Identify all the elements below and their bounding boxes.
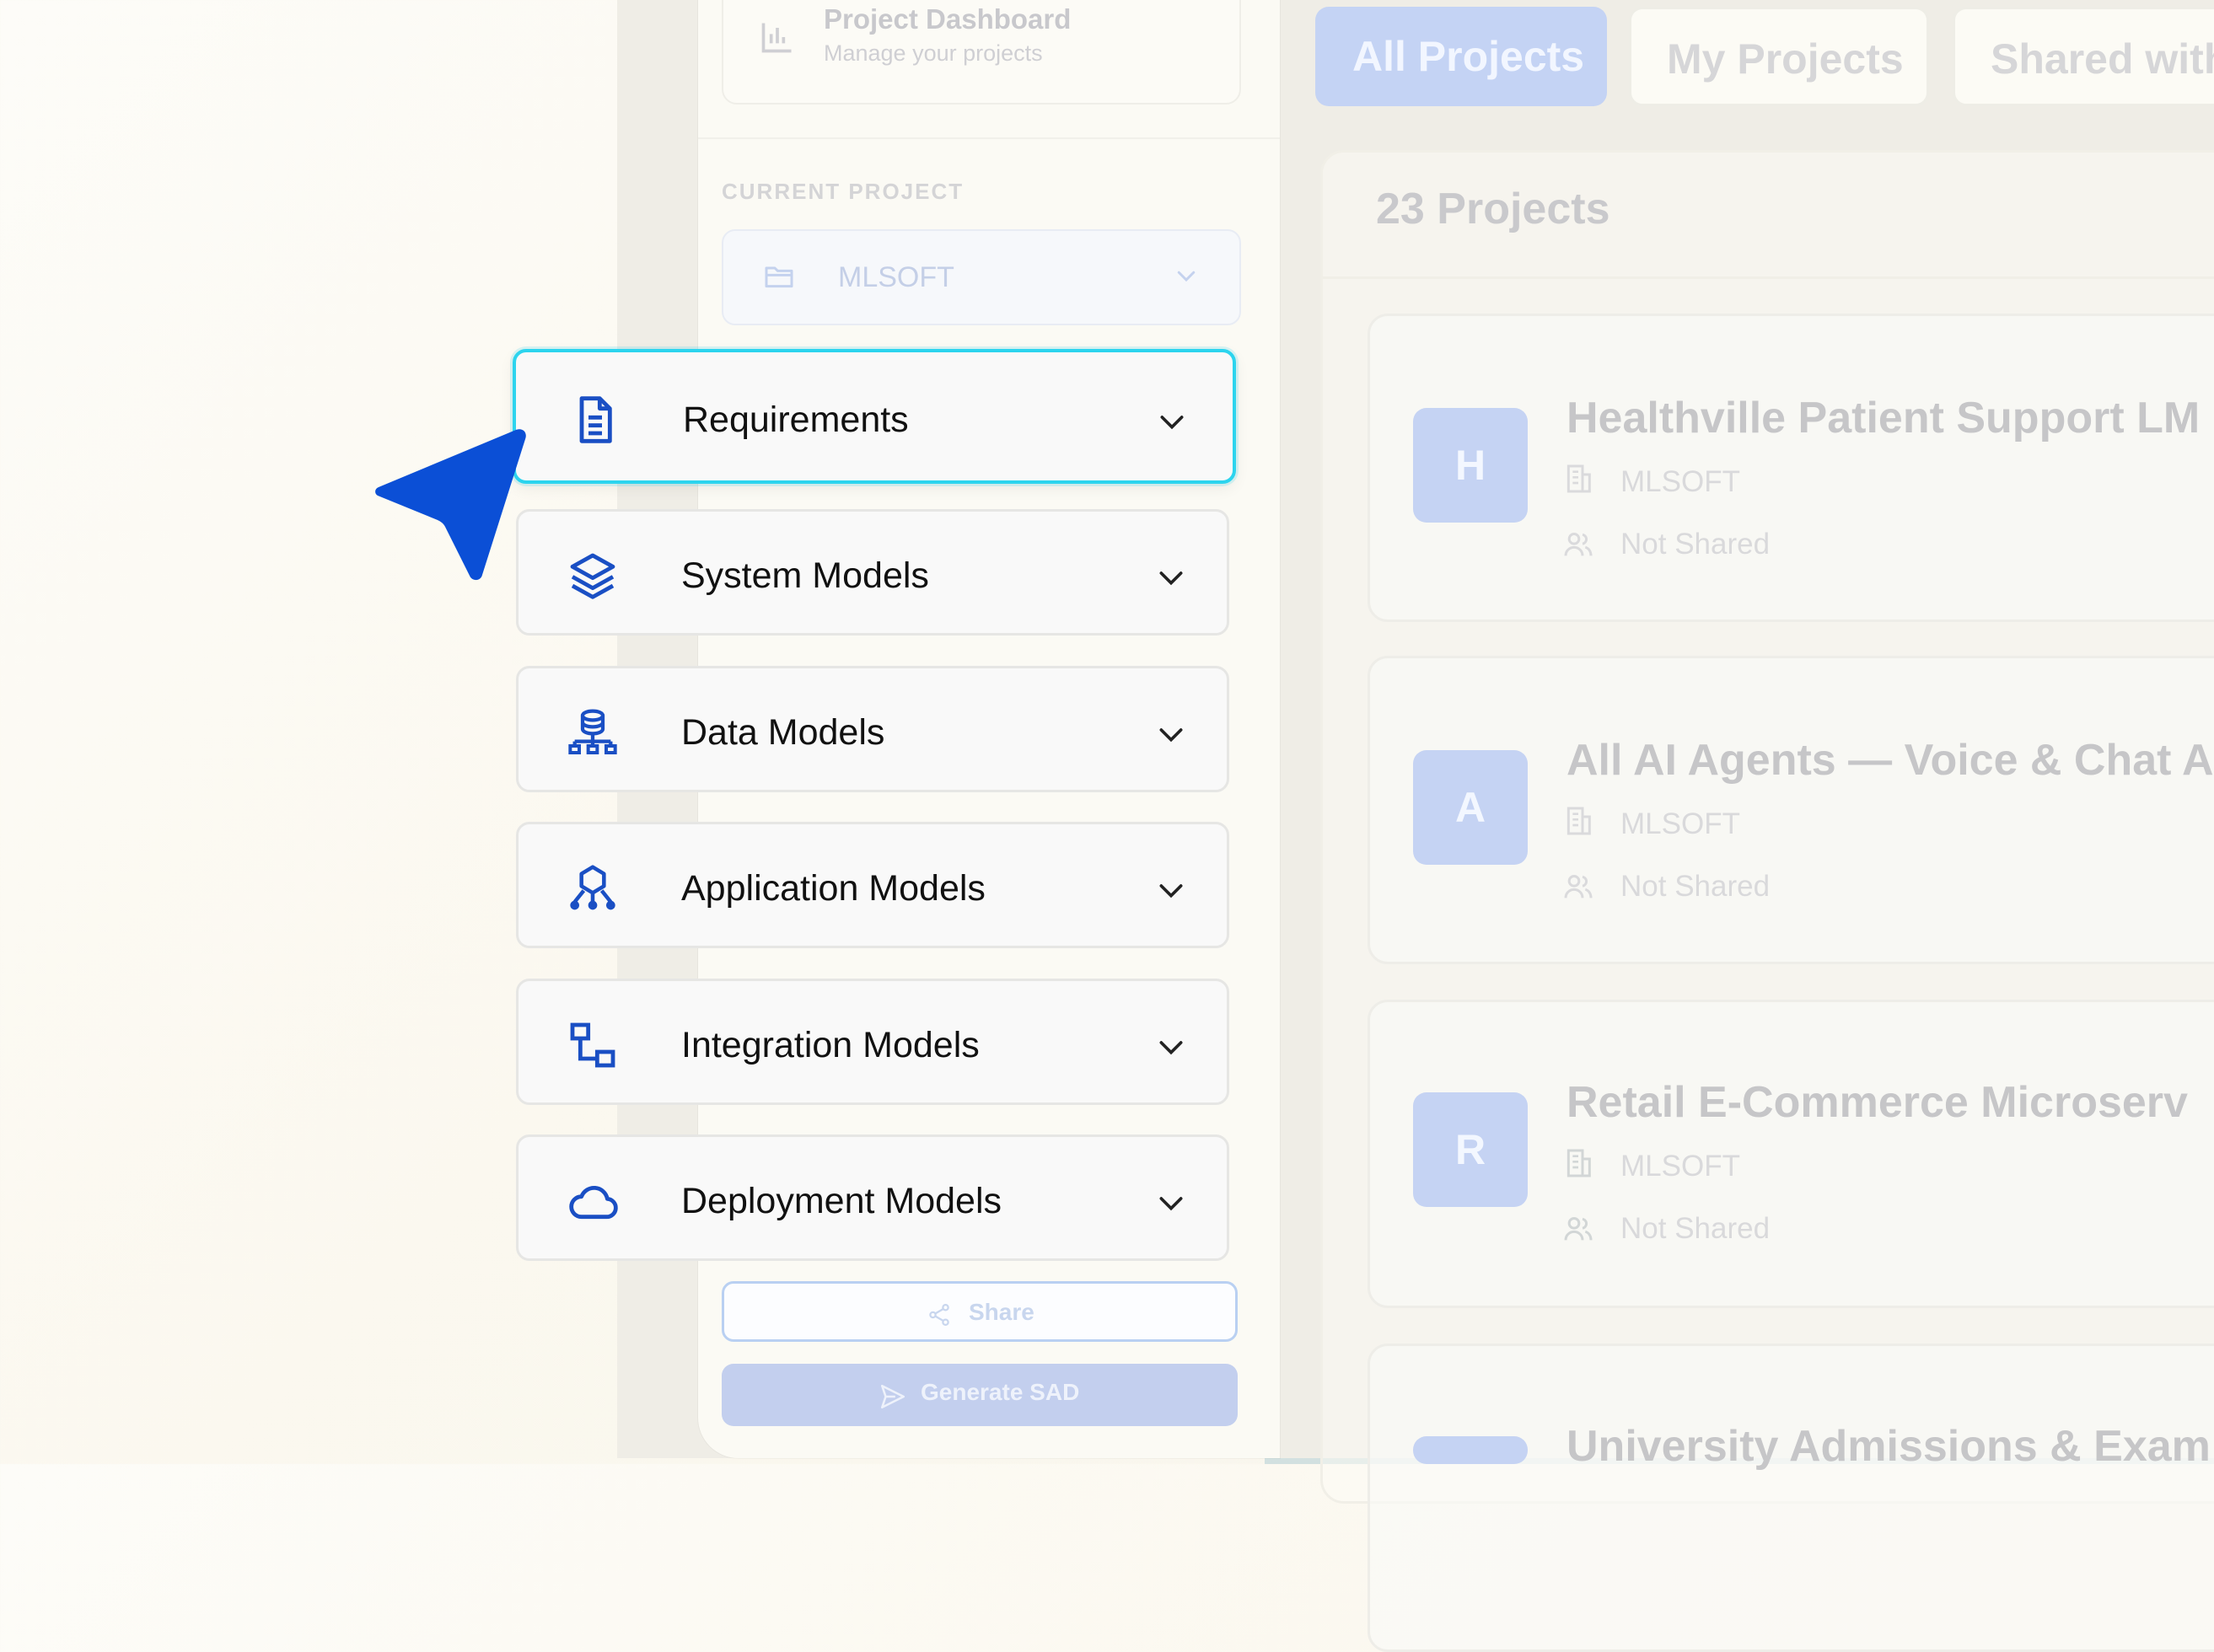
nav-item-data-models[interactable]: Data Models bbox=[516, 666, 1229, 792]
project-sharing: Not Shared bbox=[1620, 528, 1771, 560]
sidebar-subtitle: Manage your projects bbox=[824, 40, 1043, 66]
tab-label: My Projects bbox=[1667, 35, 1904, 83]
building-icon bbox=[1566, 1149, 1591, 1177]
tab-label: Shared with bbox=[1991, 35, 2214, 83]
generate-sad-button[interactable]: Generate SAD bbox=[722, 1364, 1238, 1426]
project-name[interactable]: All AI Agents — Voice & Chat A bbox=[1566, 735, 2214, 786]
current-project-name: MLSOFT bbox=[838, 261, 954, 293]
project-name[interactable]: Retail E-Commerce Microserv bbox=[1566, 1077, 2188, 1128]
project-name[interactable]: University Admissions & Exam bbox=[1566, 1421, 2211, 1472]
nav-item-label: Requirements bbox=[683, 400, 909, 440]
chevron-down-icon[interactable] bbox=[1154, 560, 1188, 594]
projects-count: 23 Projects bbox=[1376, 185, 1610, 233]
database-icon bbox=[568, 709, 617, 754]
sidebar-title: Project Dashboard bbox=[824, 3, 1072, 35]
project-avatar bbox=[1413, 1436, 1528, 1464]
users-icon bbox=[1564, 533, 1593, 556]
layers-icon bbox=[570, 553, 615, 599]
nav-item-system-models[interactable]: System Models bbox=[516, 509, 1229, 636]
share-label: Share bbox=[969, 1299, 1034, 1325]
project-avatar: A bbox=[1413, 750, 1528, 865]
cloud-icon bbox=[569, 1185, 618, 1220]
building-icon bbox=[1566, 807, 1591, 835]
project-sharing: Not Shared bbox=[1620, 870, 1771, 903]
building-icon bbox=[1566, 464, 1591, 493]
divider bbox=[1320, 276, 2214, 279]
chevron-down-icon[interactable] bbox=[1154, 1030, 1188, 1064]
users-icon bbox=[1564, 875, 1593, 898]
nav-item-label: Integration Models bbox=[681, 1025, 980, 1065]
chevron-down-icon[interactable] bbox=[1154, 717, 1188, 751]
nav-item-label: System Models bbox=[681, 555, 929, 596]
network-icon bbox=[570, 865, 615, 910]
chevron-down-icon[interactable] bbox=[1154, 1186, 1188, 1220]
project-org: MLSOFT bbox=[1620, 1150, 1740, 1183]
nav-item-label: Deployment Models bbox=[681, 1181, 1002, 1221]
divider bbox=[698, 137, 1280, 139]
send-icon bbox=[880, 1384, 905, 1409]
users-icon bbox=[1564, 1217, 1593, 1241]
nav-item-label: Data Models bbox=[681, 712, 885, 753]
nav-item-deployment-models[interactable]: Deployment Models bbox=[516, 1134, 1229, 1261]
nav-item-application-models[interactable]: Application Models bbox=[516, 822, 1229, 948]
nav-item-label: Application Models bbox=[681, 868, 986, 909]
document-icon bbox=[579, 396, 612, 443]
tab-all-projects[interactable]: All Projects bbox=[1315, 7, 1607, 106]
project-card[interactable] bbox=[1368, 1344, 2214, 1652]
project-avatar: H bbox=[1413, 408, 1528, 523]
project-org: MLSOFT bbox=[1620, 465, 1740, 498]
project-avatar: R bbox=[1413, 1092, 1528, 1207]
tab-label: All Projects bbox=[1352, 33, 1585, 80]
project-org: MLSOFT bbox=[1620, 807, 1740, 840]
chevron-down-icon[interactable] bbox=[1154, 873, 1188, 907]
project-sharing: Not Shared bbox=[1620, 1212, 1771, 1245]
bar-chart-icon bbox=[761, 23, 792, 53]
chevron-down-icon bbox=[1177, 271, 1196, 282]
folder-icon bbox=[765, 266, 793, 288]
current-project-label: CURRENT PROJECT bbox=[722, 179, 965, 204]
current-project-select[interactable]: MLSOFT bbox=[722, 229, 1241, 325]
generate-label: Generate SAD bbox=[921, 1379, 1080, 1405]
pointer-cursor-icon bbox=[375, 429, 526, 581]
connector-icon bbox=[570, 1022, 615, 1068]
project-name[interactable]: Healthville Patient Support LM bbox=[1566, 393, 2200, 443]
nav-item-integration-models[interactable]: Integration Models bbox=[516, 979, 1229, 1105]
nav-item-requirements[interactable]: Requirements bbox=[513, 349, 1236, 484]
share-icon bbox=[929, 1304, 949, 1326]
tab-shared-with[interactable]: Shared with bbox=[1953, 7, 2214, 106]
chevron-down-icon[interactable] bbox=[1155, 405, 1189, 438]
tab-my-projects[interactable]: My Projects bbox=[1629, 7, 1929, 106]
share-button[interactable]: Share bbox=[722, 1281, 1238, 1342]
